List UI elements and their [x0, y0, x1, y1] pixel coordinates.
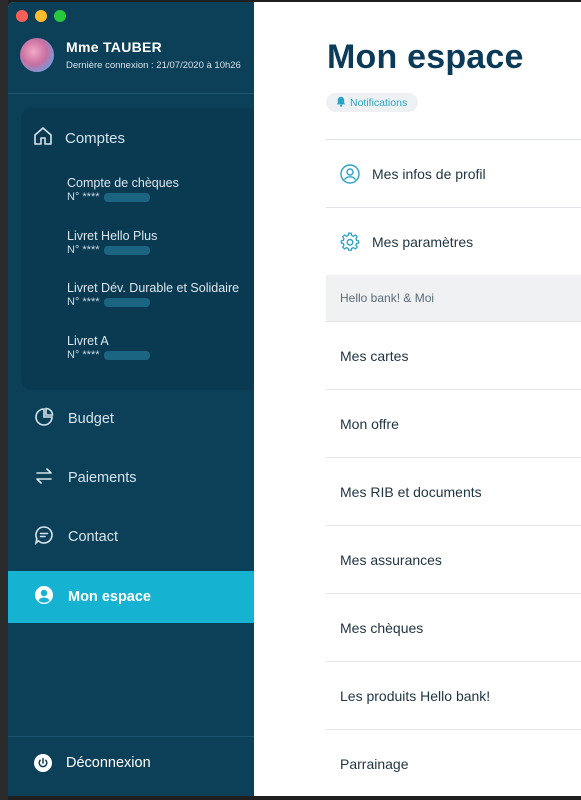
row-label: Parrainage: [340, 755, 409, 772]
row-label: Les produits Hello bank!: [340, 687, 491, 704]
bell-icon: [336, 96, 346, 110]
sidebar-item-label: Comptes: [65, 129, 126, 147]
account-name: Livret Hello Plus: [67, 229, 158, 243]
zoom-window-button[interactable]: [54, 10, 66, 22]
menu-row-mon-offre[interactable]: Mon offre: [326, 389, 581, 457]
divider: [8, 736, 254, 737]
minimize-window-button[interactable]: [35, 10, 47, 22]
power-icon: [34, 754, 52, 772]
sidebar-item-label: Contact: [68, 529, 118, 545]
section-header: Hello bank! & Moi: [326, 275, 581, 321]
sidebar-item-comptes[interactable]: Comptes: [33, 126, 125, 150]
row-label: Mes RIB et documents: [340, 483, 482, 500]
profile-info-row[interactable]: Mes infos de profil: [326, 139, 581, 207]
account-name: Livret Dév. Durable et Solidaire: [67, 281, 240, 295]
avatar[interactable]: [20, 38, 54, 72]
chat-bubble-icon: [34, 525, 54, 549]
account-item[interactable]: Livret Hello Plus N° ****: [67, 229, 257, 256]
sidebar: Mme TAUBER Dernière connexion : 21/07/20…: [8, 2, 261, 796]
divider: [8, 93, 254, 94]
account-item[interactable]: Compte de chèques N° ****: [67, 176, 257, 203]
window-controls: [16, 10, 66, 22]
account-name: Livret A: [67, 334, 109, 348]
sidebar-item-label: Paiements: [68, 470, 137, 486]
gear-icon: [340, 232, 360, 252]
accounts-panel: Comptes Compte de chèques N° **** Livret…: [21, 108, 261, 390]
sidebar-item-label: Budget: [68, 411, 114, 427]
row-label: Mes cartes: [340, 347, 409, 364]
row-label: Mes chèques: [340, 619, 424, 636]
notifications-label: Notifications: [350, 96, 408, 109]
app-window: Mme TAUBER Dernière connexion : 21/07/20…: [8, 2, 581, 796]
desktop-background: [0, 0, 8, 800]
account-number: N° ****: [67, 191, 100, 203]
masked-number: [103, 350, 150, 360]
pie-chart-icon: [34, 407, 54, 431]
account-item[interactable]: Livret Dév. Durable et Solidaire N° ****: [67, 281, 257, 308]
sidebar-item-paiements[interactable]: Paiements: [8, 453, 254, 503]
row-label: Mes infos de profil: [372, 165, 486, 182]
row-label: Mes paramètres: [372, 233, 474, 250]
account-item[interactable]: Livret A N° ****: [67, 334, 257, 361]
row-label: Mon offre: [340, 415, 399, 432]
transfer-arrows-icon: [34, 466, 54, 490]
settings-row[interactable]: Mes paramètres: [326, 207, 581, 275]
menu-row-parrainage[interactable]: Parrainage: [326, 729, 581, 796]
sidebar-item-mon-espace[interactable]: Mon espace: [8, 571, 254, 623]
account-number: N° ****: [67, 244, 100, 256]
user-name: Mme TAUBER: [66, 39, 163, 55]
logout-button[interactable]: Déconnexion: [34, 754, 151, 772]
logout-label: Déconnexion: [66, 755, 151, 771]
notifications-button[interactable]: Notifications: [326, 93, 419, 112]
masked-number: [103, 192, 150, 202]
menu-row-rib-documents[interactable]: Mes RIB et documents: [326, 457, 581, 525]
main-content: Mon espace Notifications Mes infos de pr…: [254, 2, 581, 796]
account-number: N° ****: [67, 349, 100, 361]
menu-row-mes-cartes[interactable]: Mes cartes: [326, 321, 581, 389]
sidebar-item-budget[interactable]: Budget: [8, 394, 254, 444]
sidebar-item-label: Mon espace: [68, 589, 151, 605]
row-label: Mes assurances: [340, 551, 442, 568]
masked-number: [103, 297, 150, 307]
menu-row-cheques[interactable]: Mes chèques: [326, 593, 581, 661]
sidebar-item-contact[interactable]: Contact: [8, 512, 254, 562]
home-icon: [33, 126, 53, 150]
masked-number: [103, 245, 150, 255]
menu-row-produits[interactable]: Les produits Hello bank!: [326, 661, 581, 729]
page-title: Mon espace: [327, 38, 524, 76]
last-login-text: Dernière connexion : 21/07/2020 à 10h26: [66, 60, 241, 71]
close-window-button[interactable]: [16, 10, 28, 22]
user-profile-header: Mme TAUBER Dernière connexion : 21/07/20…: [20, 36, 254, 92]
account-name: Compte de chèques: [67, 176, 179, 190]
menu-row-assurances[interactable]: Mes assurances: [326, 525, 581, 593]
user-profile-icon: [340, 163, 360, 184]
user-circle-icon: [34, 585, 54, 609]
account-number: N° ****: [67, 296, 100, 308]
